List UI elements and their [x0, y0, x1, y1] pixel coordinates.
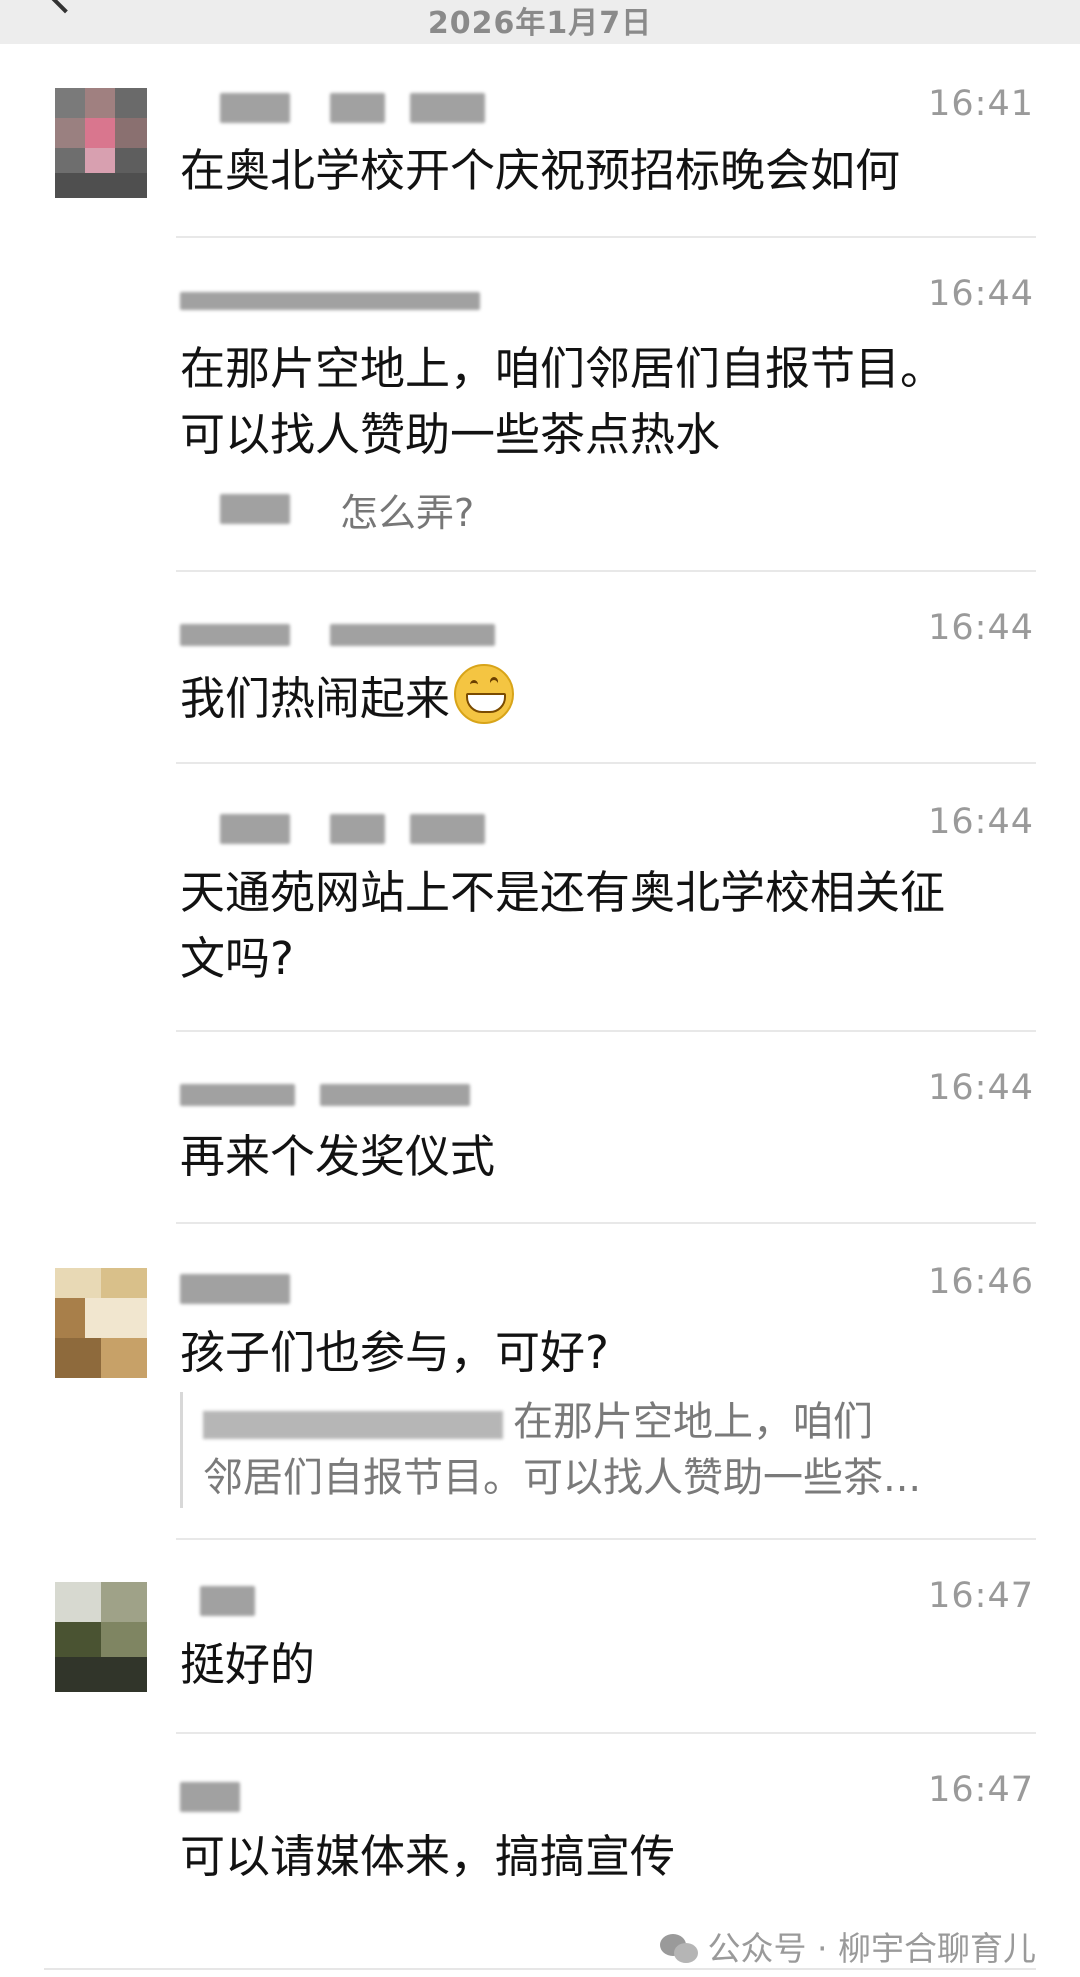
- message-time: 16:44: [928, 1068, 1034, 1108]
- divider: [176, 1030, 1036, 1032]
- message-text: 再来个发奖仪式: [180, 1130, 496, 1183]
- reply-sender-redacted: [220, 494, 300, 524]
- quoted-text-line2: 邻居们自报节目。可以找人赞助一些茶...: [203, 1455, 922, 1501]
- sender-name-redacted: [180, 1586, 260, 1616]
- wechat-icon: [659, 1934, 700, 1964]
- chat-screen: 2026年1月7日 16:41 在奥北学校开个庆祝预招标晚会如何 16:44 在…: [0, 0, 1080, 1977]
- sender-name-redacted: [180, 1274, 300, 1304]
- divider: [176, 1538, 1036, 1540]
- message-item[interactable]: 16:41 在奥北学校开个庆祝预招标晚会如何: [0, 84, 1080, 238]
- sender-name-redacted: [180, 93, 500, 123]
- divider: [176, 1222, 1036, 1224]
- sender-name-redacted: [180, 814, 500, 844]
- date-label: 2026年1月7日: [427, 6, 653, 41]
- message-time: 16:47: [928, 1770, 1034, 1810]
- message-time: 16:41: [928, 84, 1034, 124]
- message-time: 16:46: [928, 1262, 1034, 1302]
- message-text: 我们热闹起来: [180, 664, 1036, 732]
- sender-name-redacted: [180, 624, 500, 646]
- avatar[interactable]: [55, 88, 147, 198]
- message-text: 孩子们也参与，可好?: [180, 1326, 609, 1379]
- divider: [176, 570, 1036, 572]
- message-text: 天通苑网站上不是还有奥北学校相关征 文吗?: [180, 866, 946, 985]
- message-item[interactable]: 16:44 在那片空地上，咱们邻居们自报节目。 可以找人赞助一些茶点热水 怎么弄…: [0, 274, 1080, 562]
- divider: [176, 1732, 1036, 1734]
- message-item[interactable]: 16:44 我们热闹起来: [0, 608, 1080, 764]
- reply-text: 怎么弄?: [340, 491, 475, 535]
- source-watermark: 公众号 · 柳宇合聊育儿: [659, 1922, 1036, 1970]
- message-time: 16:44: [928, 608, 1034, 648]
- divider: [176, 762, 1036, 764]
- message-time: 16:44: [928, 802, 1034, 842]
- message-item[interactable]: 16:47 挺好的: [0, 1576, 1080, 1732]
- message-time: 16:44: [928, 274, 1034, 314]
- divider: [176, 236, 1036, 238]
- quoted-message[interactable]: 在那片空地上，咱们 邻居们自报节目。可以找人赞助一些茶...: [180, 1392, 1036, 1508]
- message-item[interactable]: 16:44 再来个发奖仪式: [0, 1068, 1080, 1224]
- quoted-message-line: 在那片空地上，咱们: [203, 1394, 1016, 1450]
- message-time: 16:47: [928, 1576, 1034, 1616]
- message-text: 挺好的: [180, 1638, 316, 1691]
- sender-name-redacted: [180, 288, 500, 314]
- message-item[interactable]: 16:44 天通苑网站上不是还有奥北学校相关征 文吗?: [0, 802, 1080, 1018]
- message-text: 在奥北学校开个庆祝预招标晚会如何: [180, 144, 901, 197]
- date-header-bar: 2026年1月7日: [0, 0, 1080, 44]
- quoted-text-line1: 在那片空地上，咱们: [513, 1399, 873, 1445]
- sender-name-redacted: [180, 1782, 260, 1812]
- sender-name-redacted: [180, 1084, 500, 1106]
- message-text: 可以请媒体来，搞搞宣传: [180, 1830, 676, 1883]
- grinning-face-icon: [454, 664, 515, 724]
- avatar[interactable]: [55, 1268, 147, 1378]
- message-text: 在那片空地上，咱们邻居们自报节目。 可以找人赞助一些茶点热水: [180, 342, 946, 461]
- avatar[interactable]: [55, 1582, 147, 1692]
- message-text-content: 我们热闹起来: [180, 672, 451, 725]
- quoted-sender-redacted: [203, 1407, 513, 1441]
- message-item[interactable]: 16:47 可以请媒体来，搞搞宣传: [0, 1770, 1080, 1916]
- message-item[interactable]: 16:46 孩子们也参与，可好? 在那片空地上，咱们 邻居们自报节目。可以找人赞…: [0, 1262, 1080, 1518]
- bottom-divider: [44, 1968, 1036, 1970]
- source-label: 公众号 · 柳宇合聊育儿: [707, 1929, 1036, 1968]
